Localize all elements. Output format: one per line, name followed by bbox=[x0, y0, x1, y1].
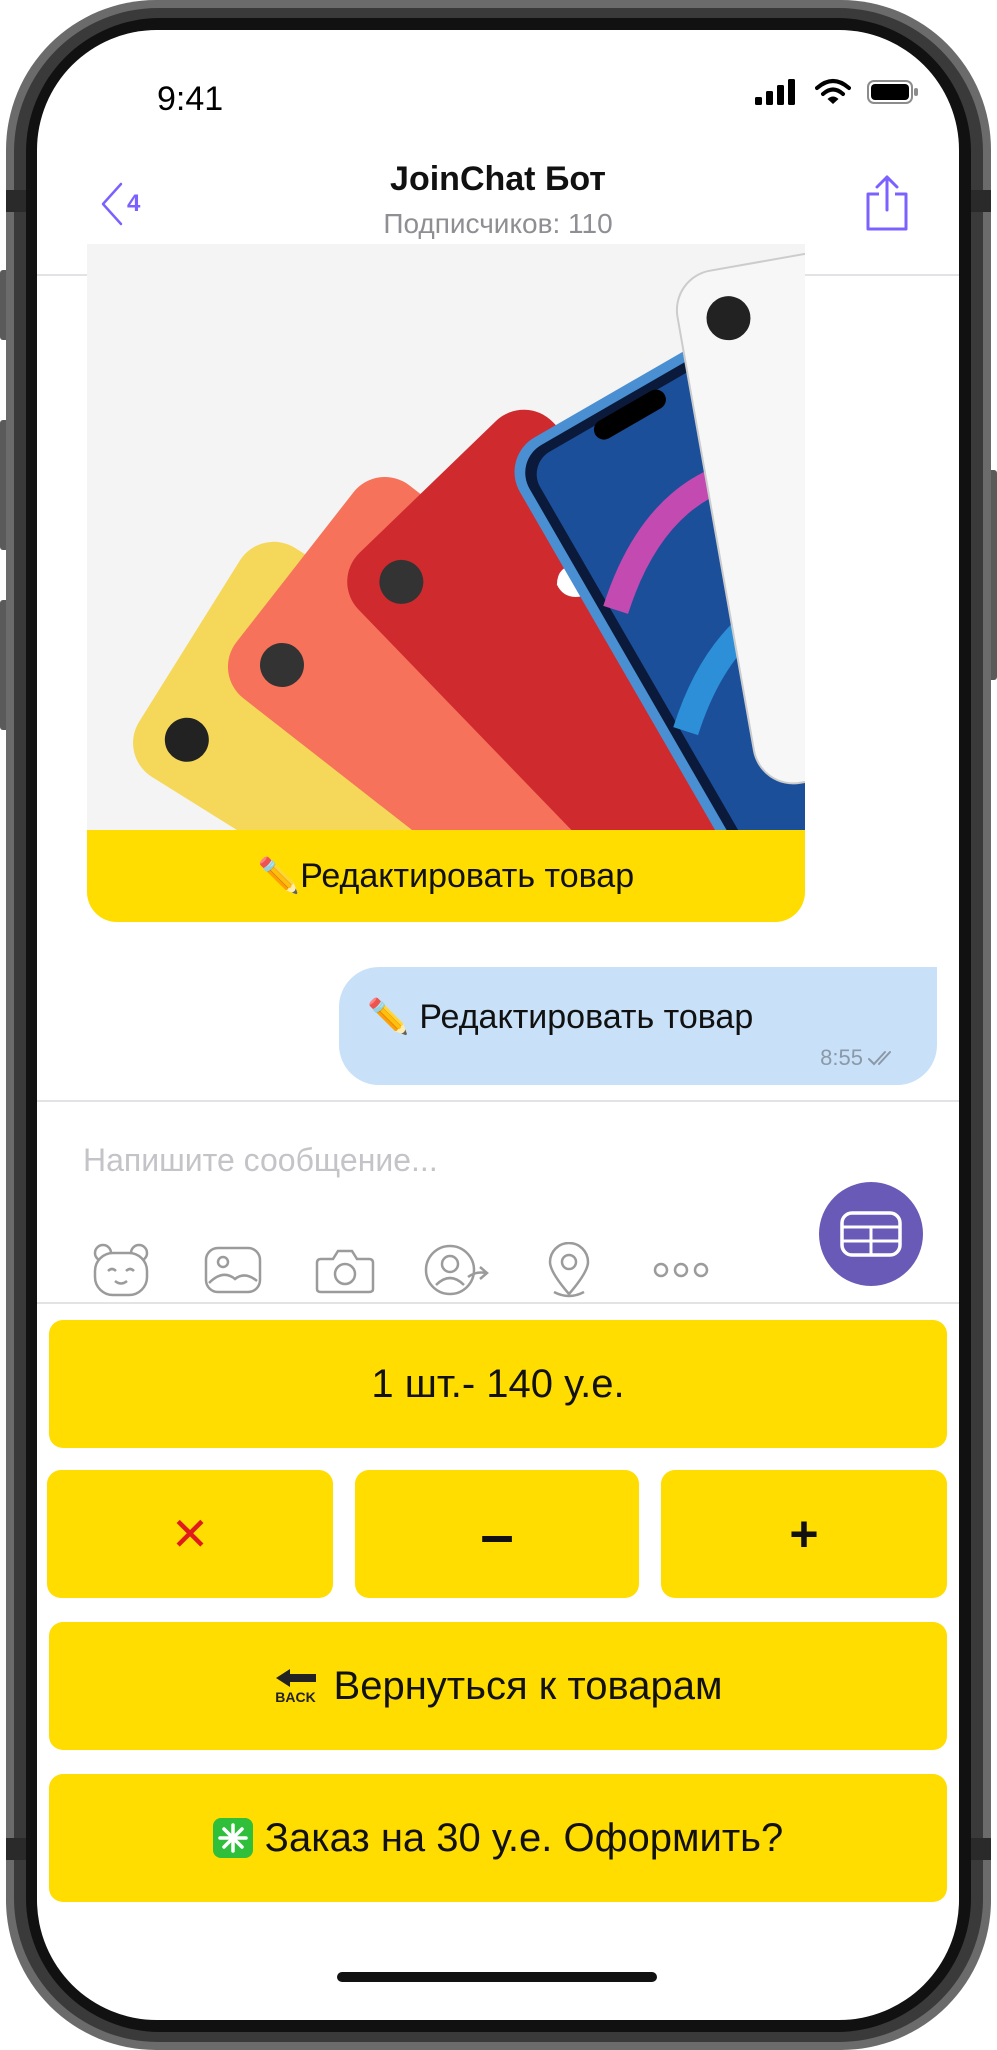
home-indicator[interactable] bbox=[337, 1972, 657, 1982]
price-label: 1 шт.- 140 у.е. bbox=[371, 1361, 625, 1406]
status-icons bbox=[755, 78, 919, 106]
bot-keyboard-toggle[interactable] bbox=[819, 1182, 923, 1286]
close-icon: ✕ bbox=[170, 1508, 210, 1560]
product-image bbox=[87, 244, 805, 830]
sparkle-icon bbox=[212, 1818, 253, 1858]
product-message-card: ✏️ Редактировать товар bbox=[87, 244, 805, 952]
increase-button[interactable]: + bbox=[661, 1470, 947, 1598]
message-time: 8:55 bbox=[820, 1045, 863, 1070]
wifi-icon bbox=[815, 79, 851, 104]
plus-label: + bbox=[789, 1506, 819, 1562]
status-time: 9:41 bbox=[157, 80, 224, 118]
edit-product-label: Редактировать товар bbox=[300, 856, 635, 895]
outgoing-message-label: Редактировать товар bbox=[419, 997, 754, 1036]
decrease-button[interactable]: – bbox=[355, 1470, 639, 1598]
minus-label: – bbox=[480, 1500, 514, 1568]
chat-title: JoinChat Бот bbox=[390, 160, 606, 198]
outgoing-message-text: ✏️ Редактировать товар bbox=[367, 997, 753, 1037]
camera-icon[interactable] bbox=[289, 1238, 401, 1302]
message-input[interactable]: Напишите сообщение... bbox=[83, 1142, 438, 1179]
pencil-icon: ✏️ bbox=[257, 857, 301, 895]
gallery-icon[interactable] bbox=[177, 1238, 289, 1302]
battery-icon bbox=[867, 80, 918, 104]
sticker-icon[interactable] bbox=[65, 1238, 177, 1302]
place-order-label: Заказ на 30 у.е. Оформить? bbox=[264, 1815, 784, 1860]
keyboard-grid-icon bbox=[840, 1211, 902, 1257]
chat-subtitle: Подписчиков: 110 bbox=[383, 208, 613, 239]
back-arrow-icon: BACK bbox=[274, 1667, 318, 1705]
share-contact-icon[interactable] bbox=[401, 1238, 513, 1302]
back-to-products-label: Вернуться к товарам bbox=[333, 1663, 723, 1708]
share-button[interactable] bbox=[865, 174, 909, 237]
remove-button[interactable]: ✕ bbox=[47, 1470, 333, 1598]
back-icon-text: BACK bbox=[275, 1689, 316, 1705]
signal-icon bbox=[755, 79, 795, 105]
double-check-icon bbox=[868, 1051, 891, 1066]
back-to-products-button[interactable]: BACK Вернуться к товарам bbox=[49, 1622, 947, 1750]
price-button[interactable]: 1 шт.- 140 у.е. bbox=[49, 1320, 947, 1448]
outgoing-message: ✏️ Редактировать товар 8:55 bbox=[339, 967, 937, 1085]
composer-toolbar bbox=[65, 1238, 737, 1302]
pencil-icon: ✏️ bbox=[367, 998, 410, 1036]
message-composer: Напишите сообщение... bbox=[37, 1102, 959, 1302]
share-icon bbox=[866, 175, 908, 231]
place-order-button[interactable]: Заказ на 30 у.е. Оформить? bbox=[49, 1774, 947, 1902]
edit-product-button[interactable]: ✏️ Редактировать товар bbox=[87, 830, 805, 922]
bot-keyboard: 1 шт.- 140 у.е. ✕ – + BACK Вернуться к т… bbox=[37, 1304, 959, 2020]
message-timestamp: 8:55 bbox=[820, 1045, 897, 1071]
location-icon[interactable] bbox=[513, 1238, 625, 1302]
more-icon[interactable] bbox=[625, 1238, 737, 1302]
phone-screen: 9:41 4 JoinChat Бот Подписчиков: 110 ✏️ … bbox=[37, 30, 959, 2020]
